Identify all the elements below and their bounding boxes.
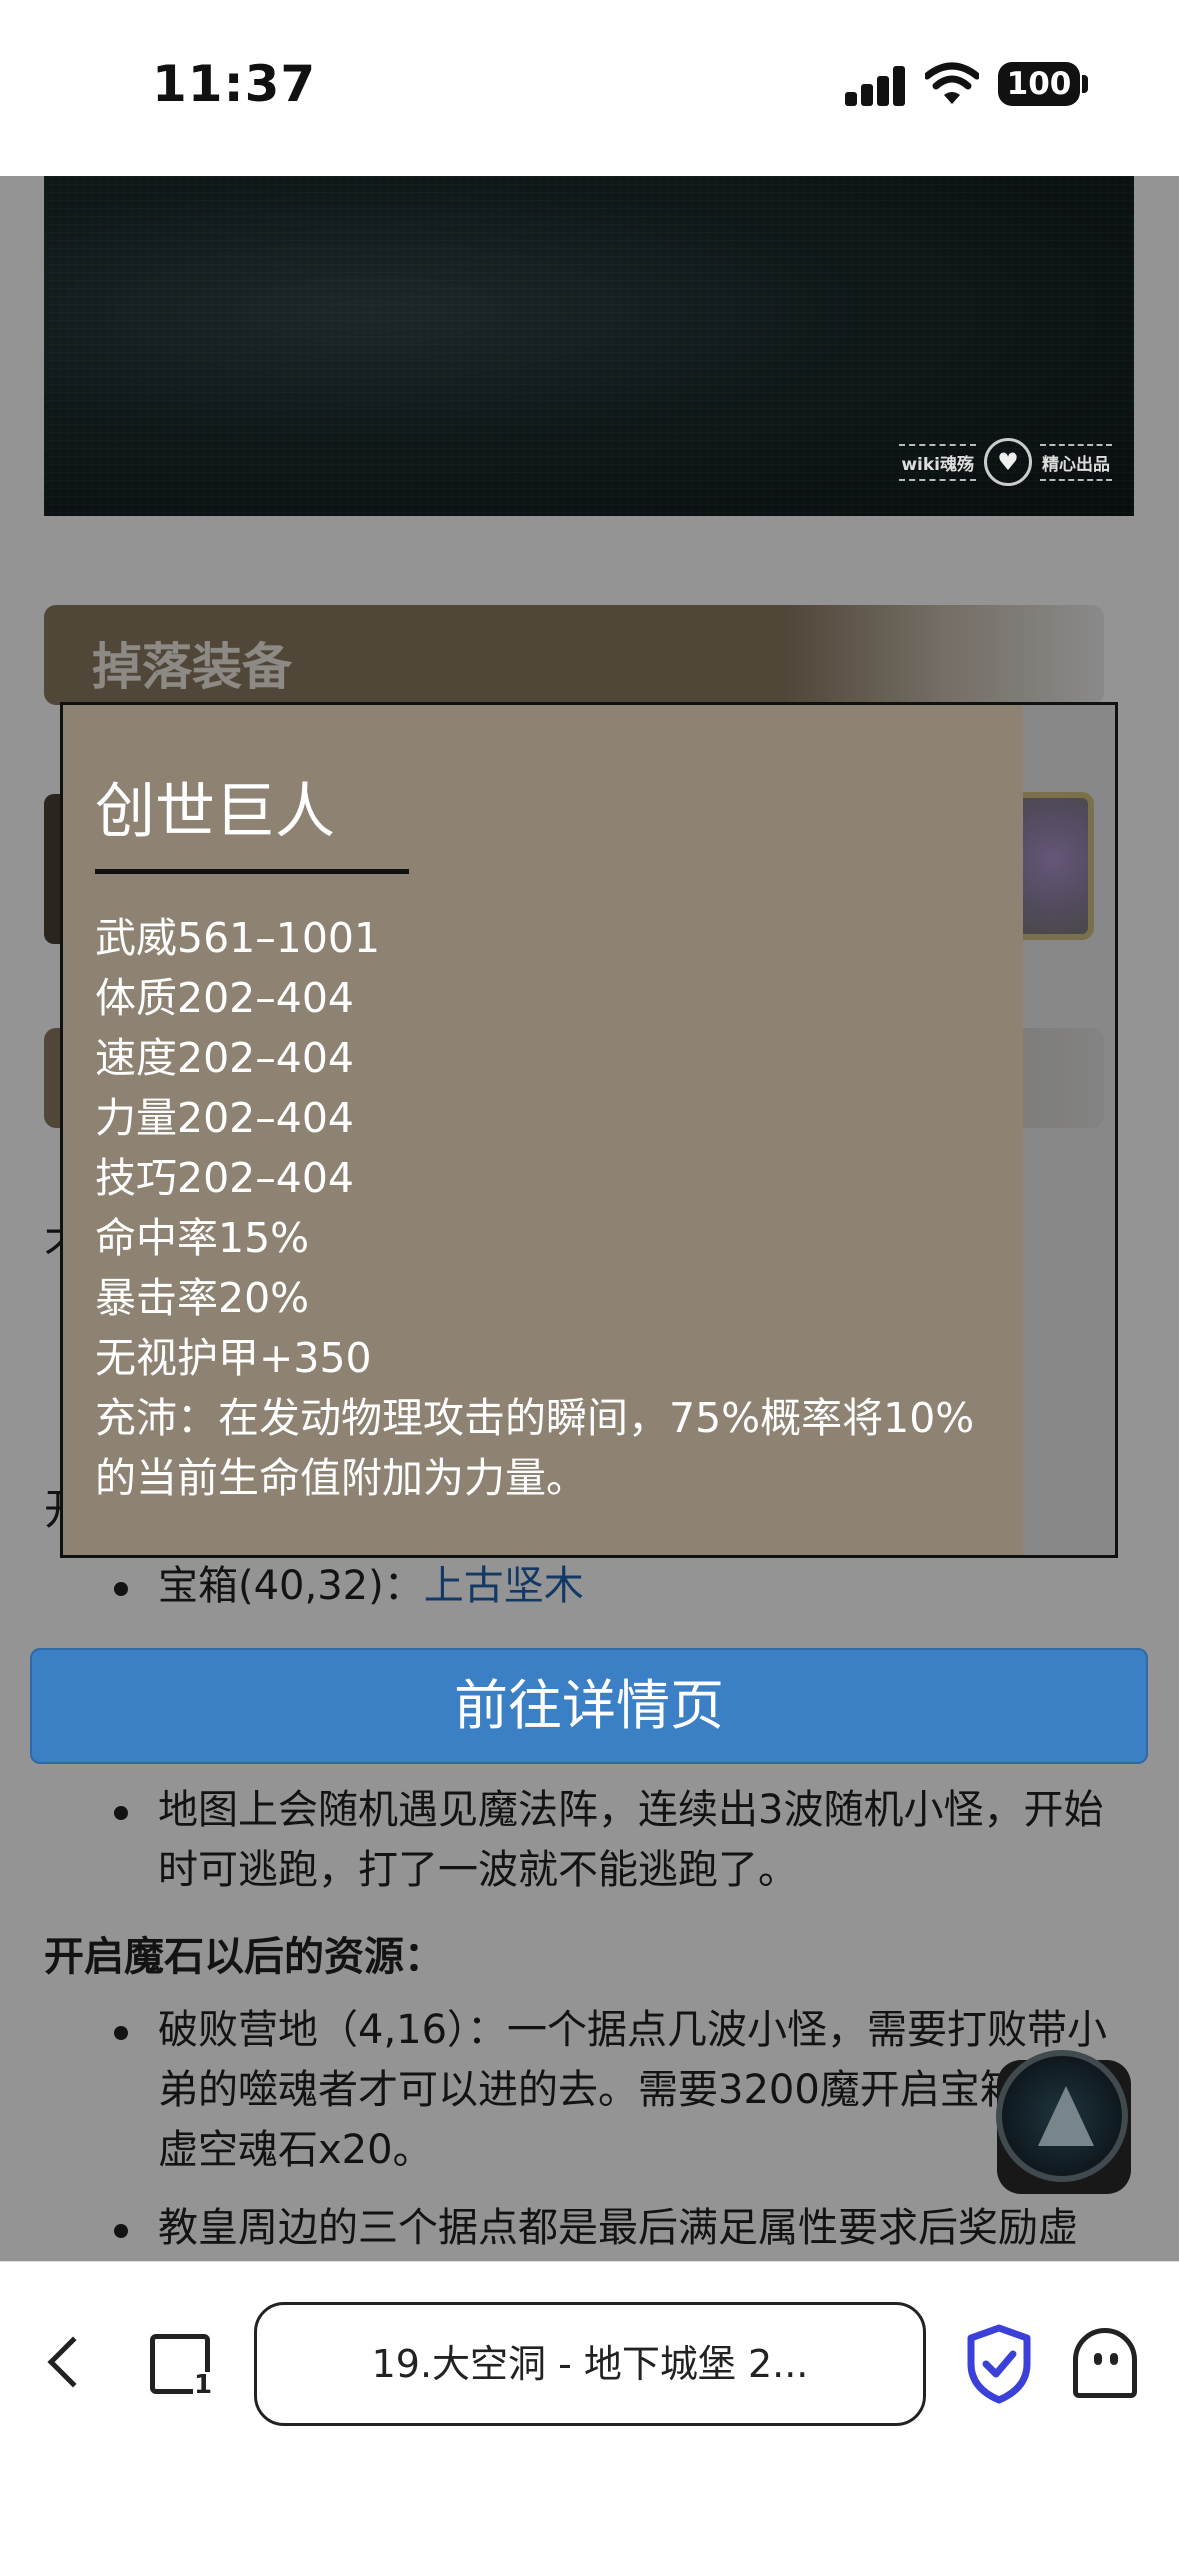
battery-icon: 100 <box>998 62 1080 106</box>
title-divider <box>95 869 409 874</box>
item-stats: 武威561–1001 体质202–404 速度202–404 力量202–404… <box>95 908 995 1508</box>
wifi-icon <box>925 62 979 104</box>
back-icon[interactable] <box>47 2336 99 2388</box>
item-popup: 创世巨人 武威561–1001 体质202–404 速度202–404 力量20… <box>60 702 1118 1558</box>
stat-line: 暴击率20% <box>95 1274 310 1322</box>
stat-line: 体质202–404 <box>95 974 355 1022</box>
stat-line: 无视护甲+350 <box>95 1334 372 1382</box>
item-popup-panel: 创世巨人 武威561–1001 体质202–404 速度202–404 力量20… <box>63 705 1023 1555</box>
watermark-left: wiki魂殇 <box>899 443 976 481</box>
status-bar: 11:37 100 <box>0 0 1179 176</box>
shield-icon[interactable] <box>965 2324 1033 2404</box>
signal-icon <box>845 66 907 106</box>
ghost-eye <box>1094 2353 1102 2365</box>
status-time: 11:37 <box>152 55 317 113</box>
stat-line: 命中率15% <box>95 1214 310 1262</box>
browser-toolbar: 1 19.大空洞 - 地下城堡 2... <box>0 2261 1179 2556</box>
battery-nub <box>1082 75 1088 93</box>
go-to-detail-button[interactable]: 前往详情页 <box>30 1648 1148 1764</box>
tabs-count: 1 <box>193 2370 213 2400</box>
ghost-menu-icon[interactable] <box>1073 2328 1137 2398</box>
stat-line: 武威561–1001 <box>95 914 381 962</box>
watermark-right: 精心出品 <box>1040 443 1112 481</box>
item-effect-description: 充沛：在发动物理攻击的瞬间，75%概率将10%的当前生命值附加为力量。 <box>95 1394 975 1502</box>
item-name: 创世巨人 <box>95 777 335 847</box>
heart-icon: ♥ <box>984 438 1032 486</box>
ghost-eye <box>1110 2353 1118 2365</box>
stat-line: 速度202–404 <box>95 1034 355 1082</box>
watermark: wiki魂殇 ♥ 精心出品 <box>899 438 1112 486</box>
stat-line: 技巧202–404 <box>95 1154 355 1202</box>
stat-line: 力量202–404 <box>95 1094 355 1142</box>
address-bar[interactable]: 19.大空洞 - 地下城堡 2... <box>254 2302 926 2426</box>
